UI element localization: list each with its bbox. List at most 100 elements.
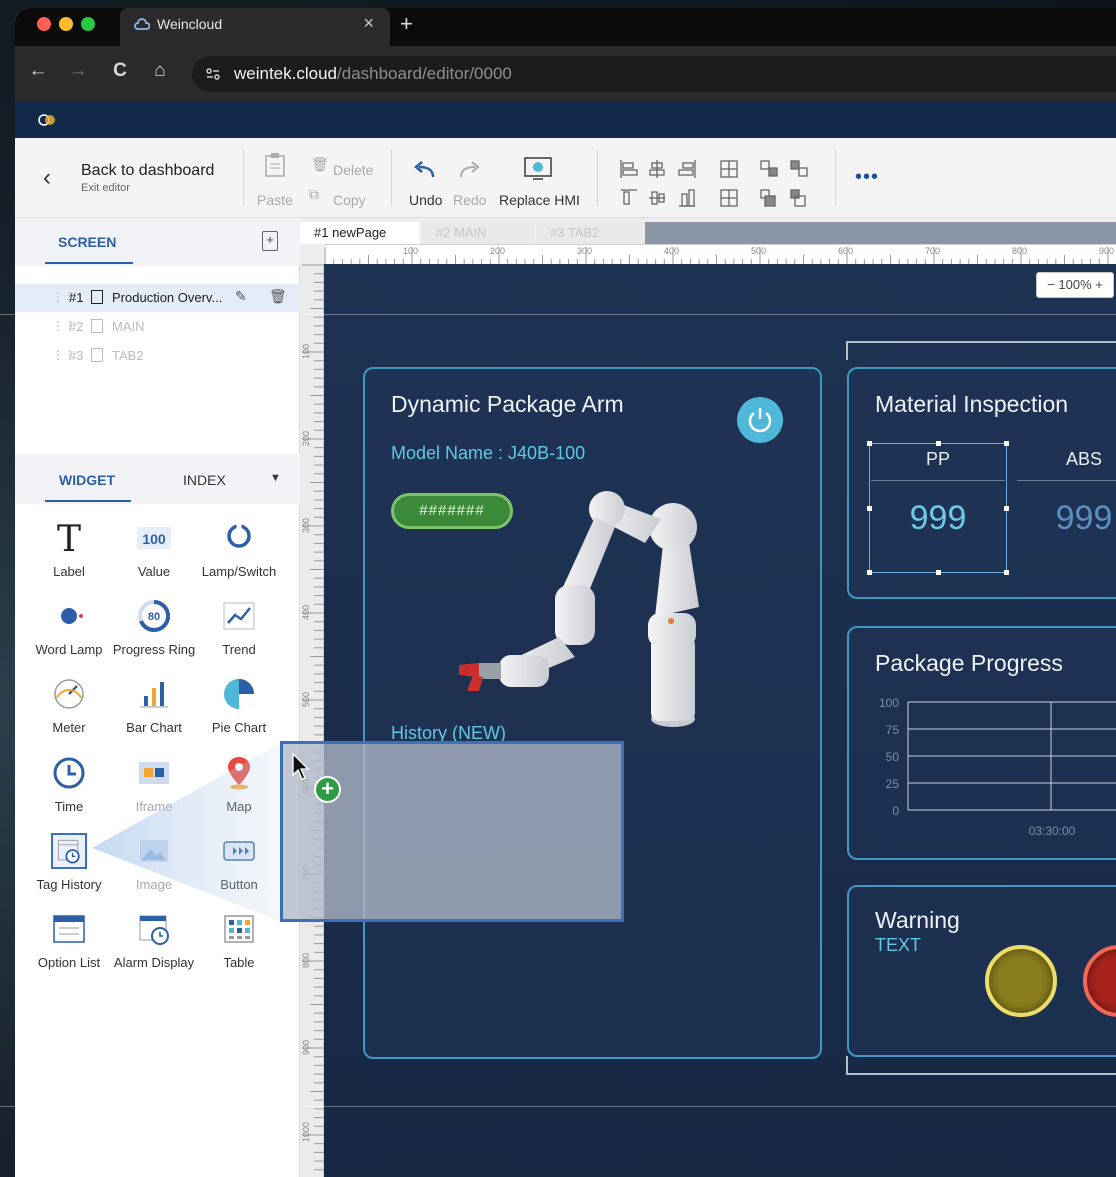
x-tick-label: 03:30:00	[1028, 824, 1076, 838]
canvas-tabs-bar: #1 newPage #2 MAIN #3 TAB2 100 200 300 400 5…	[300, 218, 1116, 265]
screen-item-3[interactable]: ⋮⋮ #3 TAB2	[15, 342, 300, 370]
tab-index[interactable]: INDEX	[183, 472, 226, 488]
warning-lamp-yellow	[985, 945, 1057, 1017]
vertical-ruler[interactable]: 1002003004005006007008009001000	[300, 264, 324, 1177]
ruler-label: 400	[664, 246, 679, 256]
lamp-switch-icon	[227, 522, 251, 548]
y-tick-label: 50	[885, 750, 899, 764]
widget-label-text: Button	[220, 877, 258, 892]
widget-lamp-switch[interactable]: Lamp/Switch	[197, 520, 281, 592]
warning-text: TEXT	[875, 935, 922, 955]
trash-icon[interactable]: 🗑	[311, 156, 329, 173]
power-button[interactable]	[737, 397, 783, 443]
copy-button[interactable]: Copy	[333, 192, 366, 208]
undo-button[interactable]: Undo	[409, 192, 442, 208]
widget-label[interactable]: T Label	[27, 520, 111, 592]
back-arrow-icon[interactable]: ←	[27, 60, 49, 82]
material-inspection-card[interactable]: Material Inspection PP 999 ABS 999	[847, 367, 1116, 599]
widget-bar-chart[interactable]: Bar Chart	[112, 676, 196, 748]
url-host: weintek.cloud	[234, 64, 338, 83]
resize-handle[interactable]	[936, 570, 941, 575]
new-tab-button[interactable]: +	[400, 11, 413, 37]
map-icon	[228, 757, 250, 790]
robot-arm-image	[459, 491, 699, 727]
url-field[interactable]: weintek.cloud/dashboard/editor/0000	[192, 56, 1116, 92]
material-value: 999	[909, 499, 967, 537]
edit-icon[interactable]: ✎	[235, 288, 247, 305]
warning-card[interactable]: Warning TEXT	[847, 885, 1116, 1057]
alarm-display-icon	[139, 915, 169, 945]
browser-tab[interactable]: Weincloud ×	[120, 8, 390, 46]
screen-item-1[interactable]: ⋮⋮ #1 Production Overv... ✎ 🗑	[15, 284, 300, 312]
tab-screen[interactable]: SCREEN	[58, 234, 116, 250]
tab-close-icon[interactable]: ×	[363, 13, 374, 34]
back-to-dashboard-button[interactable]: Back to dashboard	[81, 162, 214, 180]
resize-handle[interactable]	[1004, 441, 1009, 446]
resize-handle[interactable]	[1004, 570, 1009, 575]
resize-handle[interactable]	[867, 441, 872, 446]
site-settings-icon[interactable]	[204, 65, 222, 83]
close-window-button[interactable]	[37, 17, 51, 31]
widget-option-list[interactable]: Option List	[27, 911, 111, 983]
widget-value[interactable]: 100 Value	[112, 520, 196, 592]
redo-button[interactable]: Redo	[453, 192, 486, 208]
widget-trend[interactable]: Trend	[197, 598, 281, 670]
widget-iframe[interactable]: Iframe	[112, 755, 196, 827]
tab-widget[interactable]: WIDGET	[59, 472, 115, 488]
widget-image[interactable]: Image	[112, 833, 196, 905]
package-arm-card[interactable]: Dynamic Package Arm Model Name : J40B-10…	[363, 367, 822, 1059]
widget-time[interactable]: Time	[27, 755, 111, 827]
minimize-window-button[interactable]	[59, 17, 73, 31]
widget-word-lamp[interactable]: Word Lamp	[27, 598, 111, 670]
toolbar-divider	[835, 150, 836, 206]
toolbar-divider	[597, 150, 598, 206]
paste-button[interactable]: Paste	[257, 192, 293, 208]
resize-handle[interactable]	[936, 441, 941, 446]
tag-history-icon	[51, 833, 87, 869]
ruler-label: 800	[301, 953, 311, 968]
material-column-abs: ABS 999	[1017, 449, 1116, 538]
resize-handle[interactable]	[867, 570, 872, 575]
widget-table[interactable]: Table	[197, 911, 281, 983]
vertical-ruler-ticks: 1002003004005006007008009001000	[301, 264, 324, 1171]
replace-hmi-button[interactable]: Replace HMI	[499, 192, 580, 208]
add-screen-button[interactable]: +	[262, 231, 278, 251]
back-chevron-icon[interactable]: ‹	[25, 150, 69, 206]
widget-drop-placeholder[interactable]	[280, 741, 624, 922]
maximize-window-button[interactable]	[81, 17, 95, 31]
guide-line	[0, 314, 1116, 315]
widget-alarm-display[interactable]: Alarm Display	[112, 911, 196, 983]
package-progress-card[interactable]: Package Progress 100 75 50 25 0 03:30:00	[847, 626, 1116, 860]
design-canvas[interactable]: − 100% + Dynamic Package Arm Model Name …	[324, 264, 1116, 1177]
delete-button[interactable]: Delete	[333, 162, 373, 178]
widget-progress-ring[interactable]: 80 Progress Ring	[112, 598, 196, 670]
more-options-button[interactable]: •••	[855, 166, 879, 189]
align-tools-icon[interactable]	[619, 158, 819, 210]
widget-pie-chart[interactable]: Pie Chart	[197, 676, 281, 748]
tab-page-1[interactable]: #1 newPage	[300, 222, 420, 244]
screen-item-2[interactable]: ⋮⋮ #2 MAIN	[15, 313, 300, 341]
widget-tag-history[interactable]: Tag History	[27, 833, 111, 905]
widget-button[interactable]: Button	[197, 833, 281, 905]
guide-line	[0, 1106, 1116, 1107]
replace-hmi-icon[interactable]	[523, 156, 553, 182]
undo-icon[interactable]	[413, 160, 437, 180]
reload-icon[interactable]: C	[109, 60, 131, 82]
screen-name: MAIN	[112, 319, 145, 334]
weincloud-logo-icon[interactable]	[37, 112, 57, 128]
widget-meter[interactable]: Meter	[27, 676, 111, 748]
tab-page-3[interactable]: #3 TAB2	[536, 222, 648, 244]
paste-icon[interactable]	[263, 152, 287, 178]
left-panel: SCREEN + ⋮⋮ #1 Production Overv... ✎ 🗑 ⋮…	[15, 218, 300, 1177]
forward-arrow-icon[interactable]: →	[67, 60, 89, 82]
zoom-control[interactable]: − 100% +	[1036, 272, 1114, 298]
home-icon[interactable]: ⌂	[149, 60, 171, 82]
redo-icon[interactable]	[457, 160, 481, 180]
toolbar-divider	[243, 150, 244, 206]
widget-map[interactable]: Map	[197, 755, 281, 827]
tab-page-2[interactable]: #2 MAIN	[422, 222, 534, 244]
trash-icon[interactable]: 🗑	[269, 288, 287, 305]
copy-icon[interactable]: ⧉	[309, 186, 319, 203]
caret-down-icon[interactable]: ▼	[270, 472, 281, 484]
horizontal-ruler[interactable]: 100 200 300 400 500 600 700 800 900	[324, 244, 1116, 265]
